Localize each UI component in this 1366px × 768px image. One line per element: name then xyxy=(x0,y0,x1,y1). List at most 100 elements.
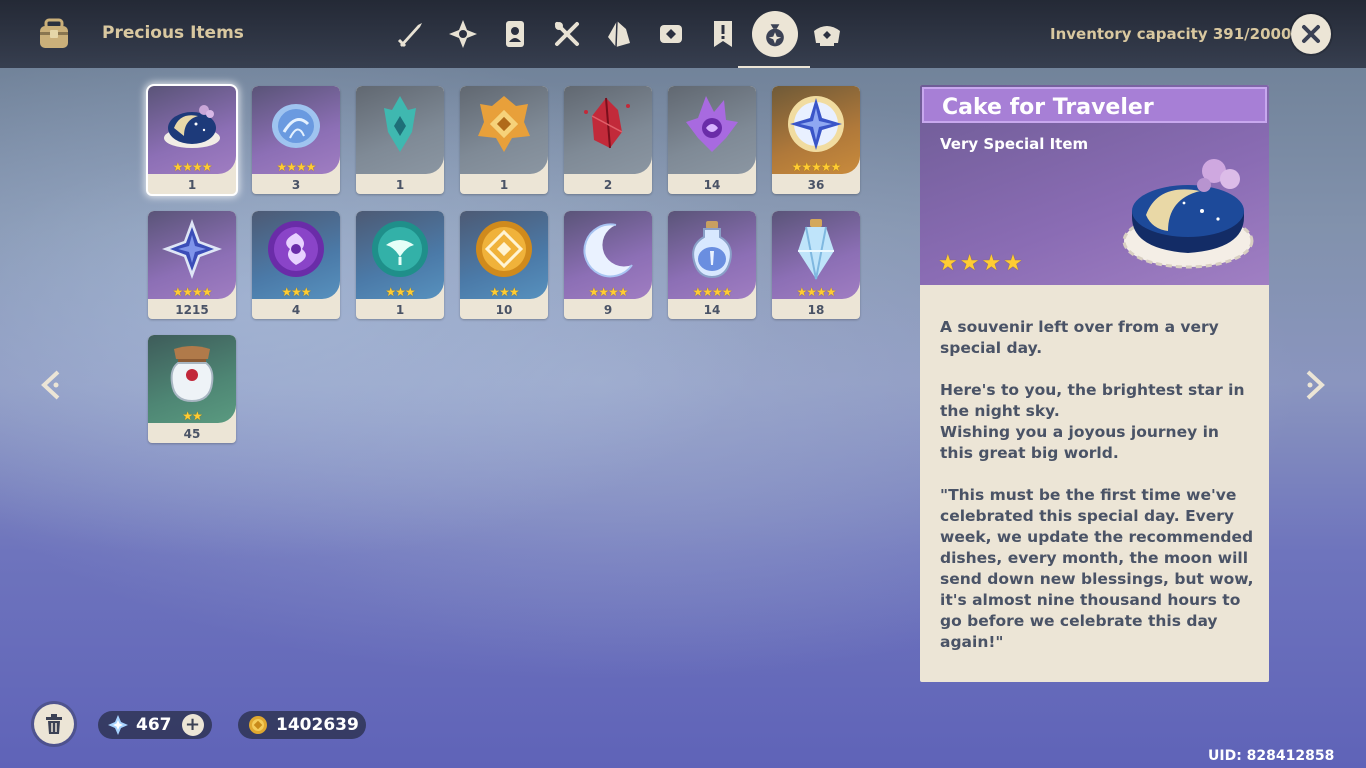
crescent-icon xyxy=(583,223,633,278)
blue-star-icon xyxy=(162,219,222,279)
purple-sigil-icon xyxy=(268,221,324,277)
item-art xyxy=(668,86,756,174)
previous-page-button[interactable] xyxy=(40,370,64,400)
weapon-icon xyxy=(397,23,422,48)
rarity-stars: ★★★ xyxy=(489,285,519,299)
teal-crystal-icon xyxy=(384,96,416,152)
user-id: UID: 828412858 xyxy=(1208,748,1335,764)
quest-icon xyxy=(714,21,732,47)
item-card-purple-crystal[interactable]: 14 xyxy=(668,86,756,194)
item-count: 14 xyxy=(703,178,721,192)
item-card-crescent[interactable]: ★★★★ 9 xyxy=(564,211,652,319)
rarity-stars: ★★★★ xyxy=(692,285,732,299)
compass-star-icon xyxy=(788,96,844,152)
item-card-jar[interactable]: ★★ 45 xyxy=(148,335,236,443)
detail-header: Cake for Traveler Very Special Item ★★★★ xyxy=(920,85,1269,285)
rarity-stars: ★★★★ xyxy=(172,160,212,174)
item-card-dream-orb[interactable]: ★★★★ 3 xyxy=(252,86,340,194)
item-card-cake[interactable]: ★★★★ 1 xyxy=(148,86,236,194)
description-paragraph: "This must be the first time we've celeb… xyxy=(940,486,1254,651)
tab-quest[interactable] xyxy=(697,8,749,60)
primogem-count: 467 xyxy=(136,715,172,735)
item-card-intertwined-fate[interactable]: ★★★★★ 36 xyxy=(772,86,860,194)
item-count: 1 xyxy=(395,178,405,192)
item-card-teal-crystal[interactable]: 1 xyxy=(356,86,444,194)
character-development-icon xyxy=(506,21,524,47)
next-page-button[interactable] xyxy=(1302,370,1326,400)
detail-item-art xyxy=(1118,145,1258,275)
item-card-gold-emblem[interactable]: 1 xyxy=(460,86,548,194)
potion-icon xyxy=(692,221,732,279)
gold-sigil-icon xyxy=(476,221,532,277)
detail-rarity-stars: ★★★★ xyxy=(938,251,1025,276)
rarity-stars: ★★★ xyxy=(281,285,311,299)
item-count: 1 xyxy=(187,178,197,192)
rarity-stars: ★★★★ xyxy=(172,285,212,299)
item-count: 2 xyxy=(603,178,613,192)
precious-items-icon xyxy=(766,24,784,47)
food-icon xyxy=(555,22,579,46)
item-count: 10 xyxy=(495,303,513,317)
item-type: Very Special Item xyxy=(940,135,1089,153)
materials-icon xyxy=(608,20,630,48)
artifact-icon xyxy=(449,20,477,48)
item-card-ice-crystal[interactable]: ★★★★ 18 xyxy=(772,211,860,319)
item-description: A souvenir left over from a very special… xyxy=(940,317,1256,674)
tab-food[interactable] xyxy=(541,8,593,60)
furnishing-icon xyxy=(814,26,840,46)
category-tabs xyxy=(385,8,853,68)
item-name: Cake for Traveler xyxy=(942,95,1154,120)
detail-title-bar: Cake for Traveler xyxy=(922,87,1267,123)
rarity-stars: ★★★★ xyxy=(796,285,836,299)
chevron-right-icon xyxy=(1306,370,1325,400)
red-shard-icon xyxy=(584,97,630,149)
inventory-capacity: Inventory capacity 391/2000 xyxy=(1050,25,1292,43)
tab-character-development[interactable] xyxy=(489,8,541,60)
tab-weapons[interactable] xyxy=(385,8,437,60)
item-art xyxy=(564,86,652,174)
rarity-stars: ★★★★★ xyxy=(791,160,842,174)
mora-balance: 1402639 xyxy=(238,711,366,739)
item-card-acquaint-fate[interactable]: ★★★★ 1215 xyxy=(148,211,236,319)
description-paragraph: Here's to you, the brightest star in the… xyxy=(940,381,1245,462)
tab-artifacts[interactable] xyxy=(437,8,489,60)
item-count: 1 xyxy=(395,303,405,317)
rarity-stars: ★★★★ xyxy=(276,160,316,174)
tab-furnishing[interactable] xyxy=(801,8,853,60)
tab-precious-items[interactable] xyxy=(738,8,810,68)
item-count: 4 xyxy=(291,303,301,317)
item-count: 36 xyxy=(807,178,825,192)
purple-crystal-icon xyxy=(686,96,738,152)
add-primogems-button[interactable]: + xyxy=(181,714,204,736)
item-card-anemo-sigil[interactable]: ★★★ 1 xyxy=(356,211,444,319)
trash-icon xyxy=(46,714,62,734)
orb-icon xyxy=(272,104,320,148)
top-bar: Precious Items Inventory capacity 391/20… xyxy=(0,0,1366,68)
item-count: 1 xyxy=(499,178,509,192)
tab-materials[interactable] xyxy=(593,8,645,60)
destroy-items-button[interactable] xyxy=(34,704,74,744)
item-count: 14 xyxy=(703,303,721,317)
inventory-bag-icon xyxy=(36,16,72,52)
item-card-geo-sigil[interactable]: ★★★ 10 xyxy=(460,211,548,319)
item-card-red-shard[interactable]: 2 xyxy=(564,86,652,194)
item-card-potion[interactable]: ★★★★ 14 xyxy=(668,211,756,319)
tab-gadgets[interactable] xyxy=(645,8,697,60)
teal-sigil-icon xyxy=(372,221,428,277)
item-count: 9 xyxy=(603,303,613,317)
ice-crystal-icon xyxy=(798,219,834,280)
rarity-stars: ★★★★ xyxy=(588,285,628,299)
item-count: 1215 xyxy=(175,303,209,317)
item-card-electro-sigil[interactable]: ★★★ 4 xyxy=(252,211,340,319)
rarity-stars: ★★ xyxy=(182,409,203,423)
rarity-stars: ★★★ xyxy=(385,285,415,299)
item-art xyxy=(460,86,548,174)
chevron-left-icon xyxy=(41,370,60,400)
item-detail-panel: Cake for Traveler Very Special Item ★★★★… xyxy=(920,85,1269,682)
page-title: Precious Items xyxy=(102,23,244,43)
cake-icon xyxy=(1122,159,1254,269)
mora-count: 1402639 xyxy=(276,715,359,735)
cake-icon xyxy=(164,105,220,148)
primogem-balance: 467 + xyxy=(98,711,212,739)
close-button[interactable] xyxy=(1291,14,1331,54)
